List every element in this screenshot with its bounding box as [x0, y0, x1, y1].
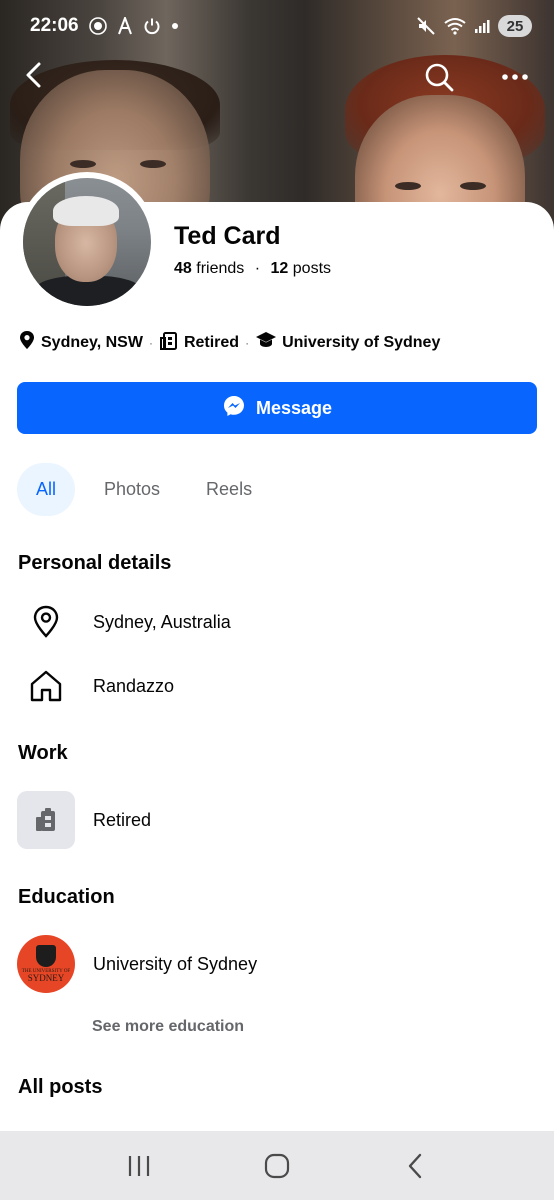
friends-label[interactable]: friends [196, 260, 244, 277]
font-a-icon [117, 17, 133, 35]
work-text: Retired [93, 809, 152, 830]
wifi-icon [444, 17, 466, 35]
graduation-cap-icon [255, 331, 277, 354]
message-button[interactable]: Message [17, 382, 537, 434]
home-circle-icon[interactable] [257, 1146, 297, 1186]
university-crest [36, 945, 56, 967]
signal-icon [474, 18, 490, 34]
intro-education: University of Sydney [255, 331, 440, 354]
more-dots-icon[interactable] [498, 60, 532, 94]
intro-work-text: Retired [183, 333, 240, 351]
intro-location: Sydney, NSW [18, 330, 143, 355]
posts-label: posts [292, 260, 332, 277]
battery-level: 25 [498, 15, 532, 37]
status-left: 22:06 [30, 15, 179, 37]
location-pin-icon [17, 593, 75, 651]
intro-separator: · [148, 335, 153, 350]
status-time: 22:06 [30, 15, 79, 36]
home-icon [17, 657, 75, 715]
cover-photo-detail [395, 182, 421, 190]
building-icon [159, 330, 179, 355]
tab-photos[interactable]: Photos [87, 463, 177, 516]
cover-photo-detail [460, 182, 486, 190]
avatar-photo-detail [53, 196, 119, 226]
avatar[interactable] [17, 172, 157, 312]
intro-separator: · [245, 335, 250, 350]
messenger-icon [222, 394, 246, 423]
location-pin-icon [18, 330, 36, 355]
work-title: Work [18, 742, 68, 764]
tab-all[interactable]: All [17, 463, 75, 516]
mute-icon [416, 16, 436, 36]
work-row[interactable]: Retired [17, 791, 151, 849]
personal-details-title: Personal details [18, 552, 172, 574]
posts-count: 12 [270, 260, 289, 277]
search-icon[interactable] [422, 60, 456, 94]
building-icon [17, 791, 75, 849]
stats-separator: · [254, 260, 261, 277]
detail-row-location[interactable]: Sydney, Australia [17, 593, 231, 651]
system-nav-bar [0, 1131, 554, 1200]
dot-icon [171, 22, 179, 30]
intro-education-text: University of Sydney [282, 333, 441, 351]
detail-row-home[interactable]: Randazzo [17, 657, 174, 715]
profile-stats: 48 friends · 12 posts [174, 260, 331, 278]
cover-nav [0, 52, 554, 100]
profile-name: Ted Card [174, 222, 281, 250]
message-button-label: Message [255, 397, 333, 418]
back-arrow-icon[interactable] [20, 60, 50, 90]
university-logo: THE UNIVERSITY OF SYDNEY [17, 935, 75, 993]
education-row[interactable]: THE UNIVERSITY OF SYDNEY University of S… [17, 935, 257, 993]
cover-photo-detail [140, 160, 166, 168]
recent-apps-icon[interactable] [119, 1146, 159, 1186]
see-more-education-link[interactable]: See more education [92, 1018, 244, 1036]
manchester-united-icon [88, 17, 107, 35]
tab-reels[interactable]: Reels [189, 463, 269, 516]
intro-line: Sydney, NSW · Retired · University of Sy… [18, 330, 440, 355]
detail-home-text: Randazzo [93, 675, 175, 696]
profile-tabs: All Photos Reels [17, 463, 269, 516]
status-right: 25 [416, 15, 532, 37]
education-title: Education [18, 886, 115, 908]
intro-work: Retired [159, 330, 239, 355]
education-text: University of Sydney [93, 953, 258, 974]
all-posts-title: All posts [18, 1076, 103, 1098]
intro-location-text: Sydney, NSW [41, 333, 143, 351]
university-logo-big-text: SYDNEY [27, 973, 65, 983]
back-chevron-icon[interactable] [395, 1146, 435, 1186]
detail-location-text: Sydney, Australia [93, 611, 231, 632]
friends-count[interactable]: 48 [174, 260, 192, 277]
status-bar: 22:06 25 [0, 0, 554, 52]
cover-photo-detail [70, 160, 96, 168]
power-icon [143, 17, 161, 35]
avatar-photo [23, 178, 151, 306]
